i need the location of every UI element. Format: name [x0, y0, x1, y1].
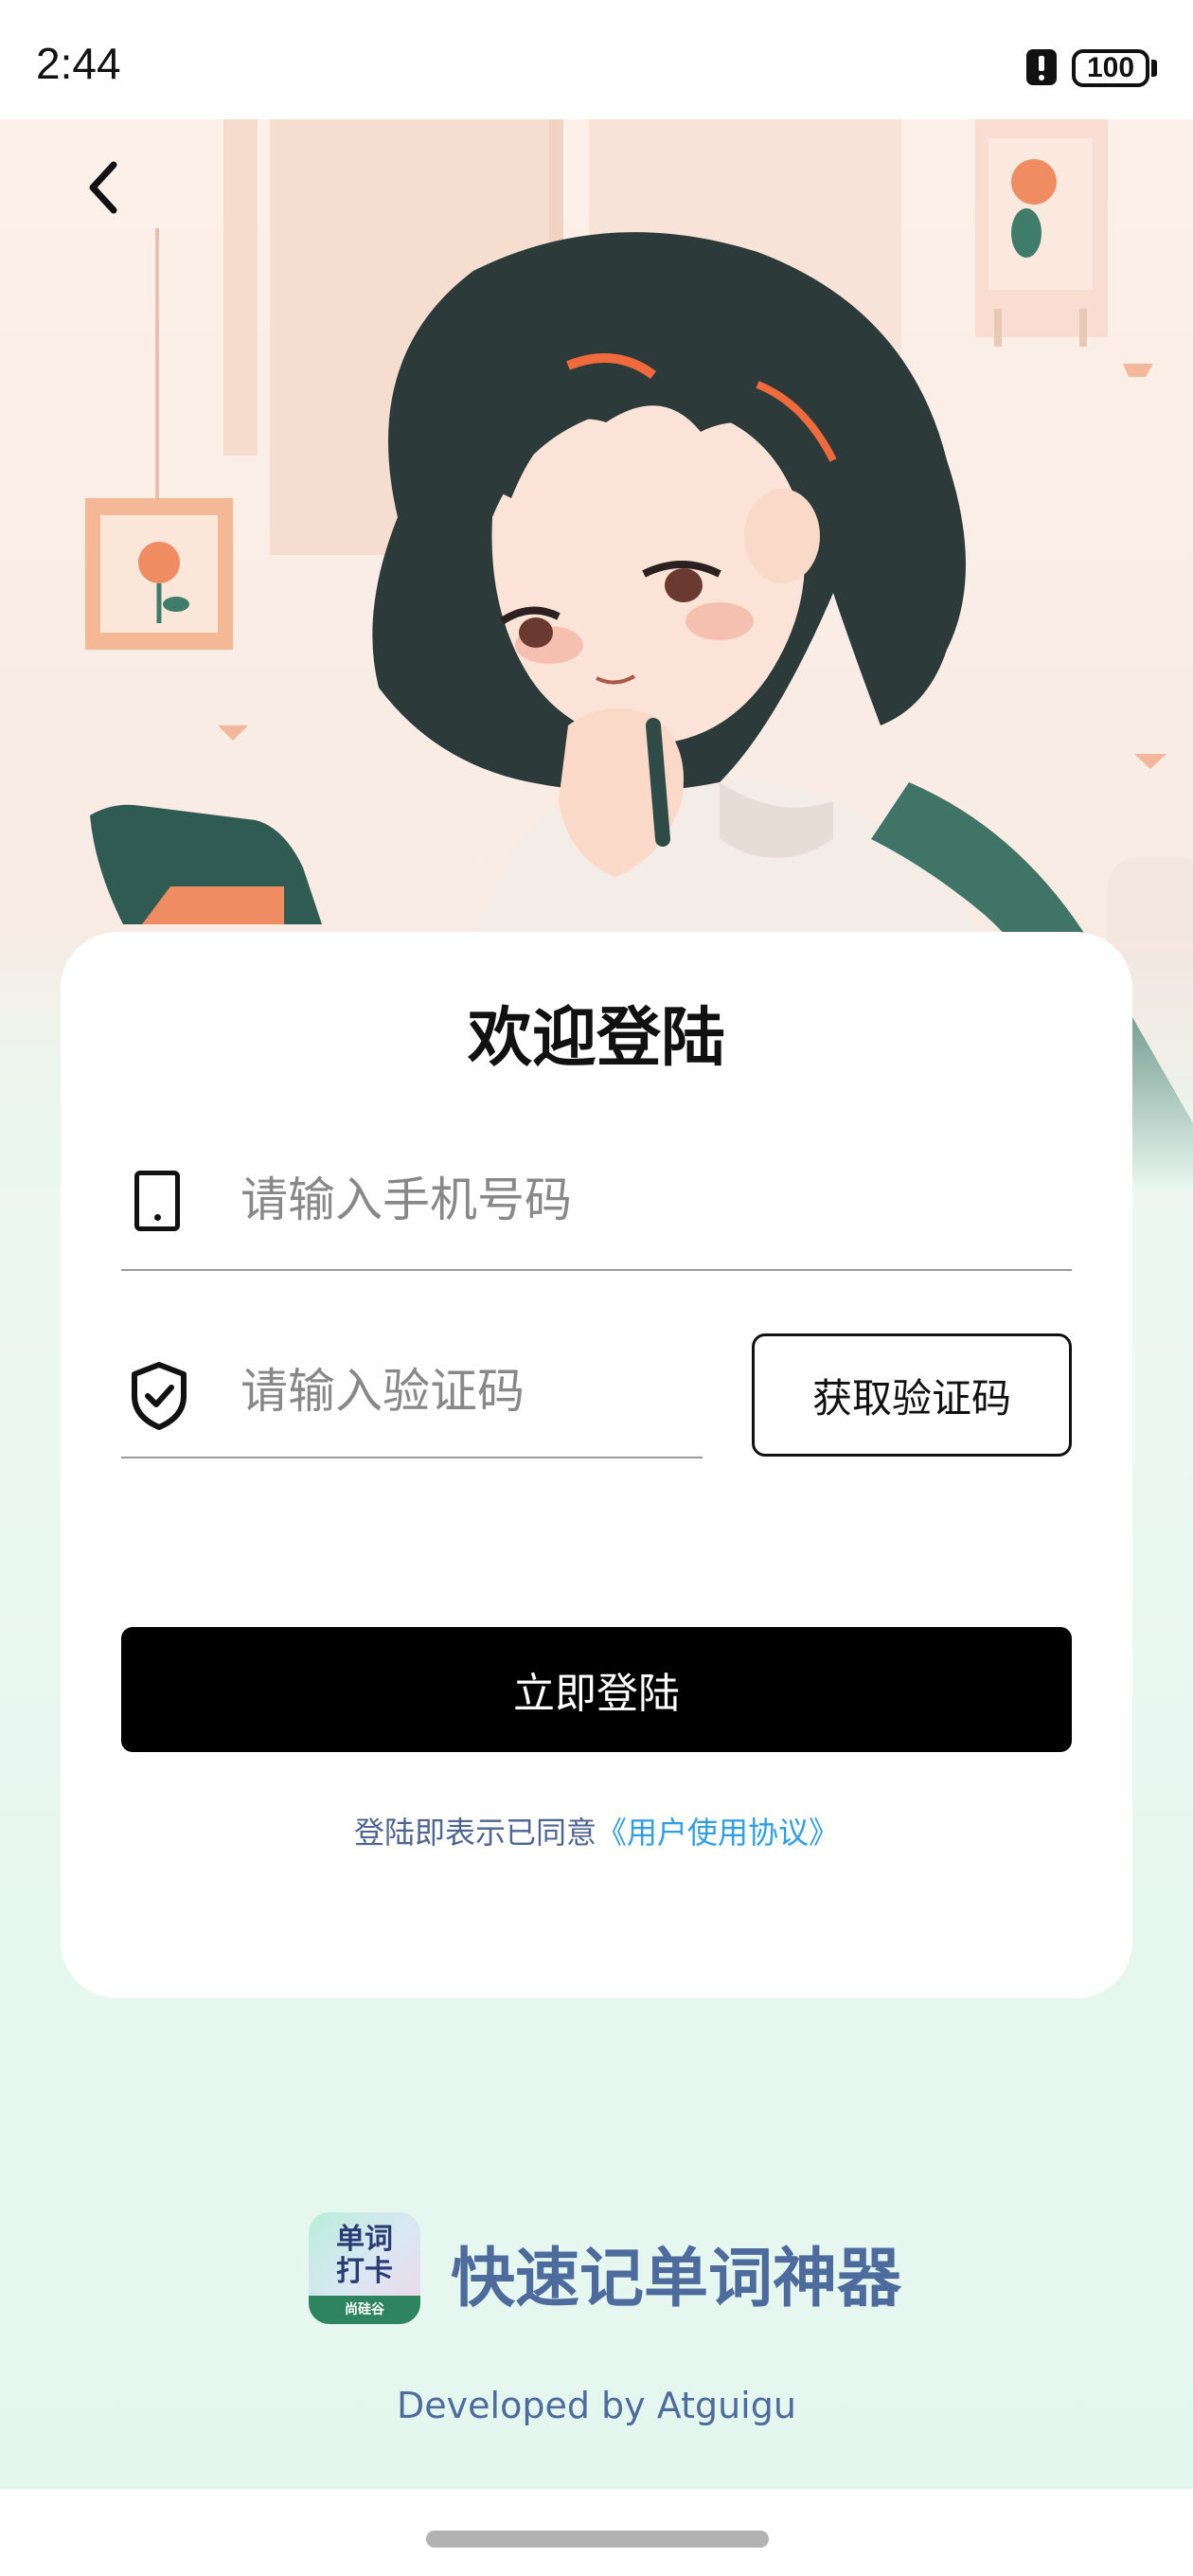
- phone-underline: [121, 1269, 1072, 1271]
- developer-credit: Developed by Atguigu: [397, 2385, 796, 2426]
- home-indicator[interactable]: [426, 2531, 769, 2548]
- battery-icon: 100: [1072, 49, 1149, 87]
- user-agreement-link[interactable]: 《用户使用协议》: [596, 1815, 839, 1851]
- agreement-text: 登陆即表示已同意《用户使用协议》: [61, 1809, 1132, 1852]
- shield-check-icon: [132, 1362, 187, 1430]
- phone-input[interactable]: [240, 1157, 1055, 1243]
- verification-code-input[interactable]: [240, 1349, 676, 1434]
- login-card: 欢迎登陆 获取验证码 立即登陆 登陆即表示已同意《用户使用协议》: [61, 932, 1132, 1998]
- code-field: 获取验证码: [121, 1333, 1072, 1460]
- phone-field: [121, 1148, 1072, 1273]
- agreement-prefix: 登陆即表示已同意: [353, 1815, 596, 1851]
- logo-text-line1: 单词: [336, 2223, 393, 2256]
- login-screen: 2:44 100 欢迎登陆 获取验证码 立即登陆 登陆即表示已同意: [0, 0, 1193, 2576]
- get-code-button[interactable]: 获取验证码: [752, 1333, 1072, 1457]
- phone-icon: [134, 1171, 180, 1231]
- status-bar: 2:44 100: [0, 0, 1193, 119]
- back-chevron-icon: [89, 161, 117, 214]
- code-underline: [121, 1457, 703, 1458]
- logo-text-line2: 打卡: [336, 2255, 393, 2288]
- back-button[interactable]: [66, 152, 138, 224]
- battery-tip-icon: [1151, 60, 1157, 77]
- alert-icon: [1026, 49, 1057, 85]
- app-name: 快速记单词神器: [451, 2242, 902, 2317]
- login-submit-button[interactable]: 立即登陆: [121, 1627, 1072, 1752]
- app-logo: 单词 打卡 尚硅谷: [309, 2212, 420, 2324]
- login-title: 欢迎登陆: [467, 1001, 725, 1076]
- status-time: 2:44: [36, 39, 121, 88]
- logo-small-text: 尚硅谷: [345, 2302, 384, 2317]
